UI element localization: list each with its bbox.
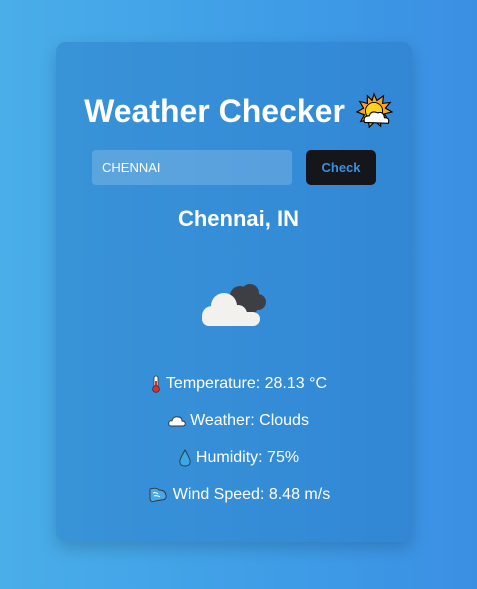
- sun-behind-cloud-icon: [355, 92, 393, 129]
- droplet-icon: [179, 449, 191, 467]
- humidity-text: Humidity: 75%: [195, 449, 300, 466]
- wind-icon: [149, 487, 167, 503]
- wind-detail: Wind Speed: 8.48 m/s: [0, 485, 477, 505]
- city-input[interactable]: [92, 150, 292, 185]
- temperature-text: Temperature: 28.13 °C: [165, 375, 328, 392]
- search-row: Check: [92, 150, 376, 185]
- temperature-detail: Temperature: 28.13 °C: [0, 374, 477, 394]
- app-title: Weather Checker: [84, 93, 345, 129]
- wind-text: Wind Speed: 8.48 m/s: [172, 486, 331, 503]
- cloud-icon: [202, 284, 266, 326]
- location-heading: Chennai, IN: [177, 206, 299, 231]
- thermometer-icon: [152, 375, 160, 393]
- cloud-small-icon: [168, 416, 186, 427]
- check-button[interactable]: Check: [306, 150, 376, 185]
- weather-detail: Weather: Clouds: [0, 411, 477, 431]
- humidity-detail: Humidity: 75%: [0, 448, 477, 468]
- weather-text: Weather: Clouds: [190, 412, 309, 429]
- header: Weather Checker: [0, 92, 477, 130]
